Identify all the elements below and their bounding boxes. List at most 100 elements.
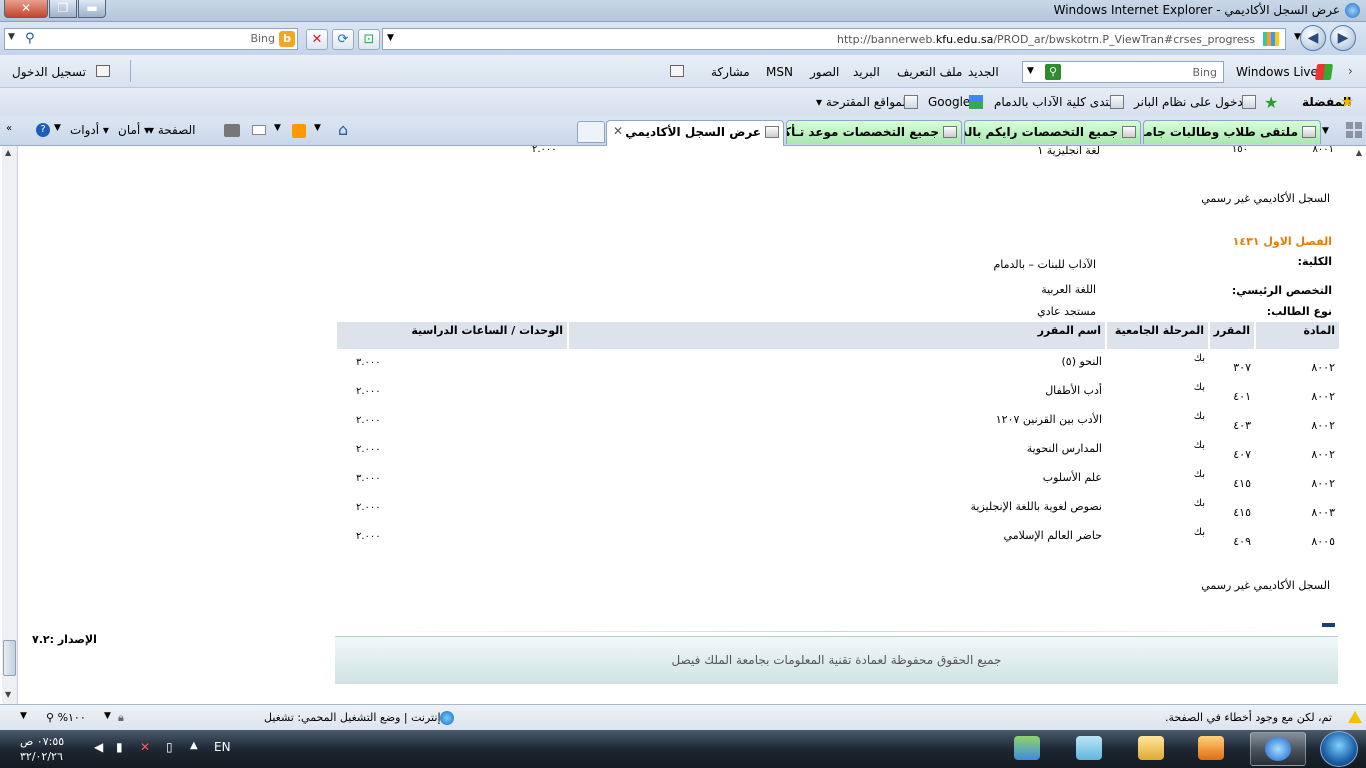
command-overflow-icon[interactable]: « — [6, 123, 12, 134]
live-link-share[interactable]: مشاركة — [711, 65, 750, 79]
toolbar-separator — [130, 60, 131, 82]
search-dropdown-icon[interactable]: ▼ — [8, 32, 15, 42]
stop-button[interactable]: ✕ — [306, 29, 328, 50]
tab-academic-record[interactable]: عرض السجل الأكاديمي ✕ — [606, 120, 784, 147]
warning-icon[interactable] — [1348, 711, 1362, 723]
safety-menu[interactable]: أمان ▾ — [118, 123, 150, 137]
read-mail-icon[interactable] — [252, 125, 266, 135]
security-zone[interactable]: إنترنت | وضع التشغيل المحمي: تشغيل — [264, 711, 441, 724]
search-box[interactable]: ▼ ⚲ Bing b — [4, 28, 298, 50]
tab-specializations-2[interactable]: جميع التخصصات رايكم بالدكتو... — [964, 120, 1141, 144]
add-favorite-icon[interactable]: ★ — [1264, 93, 1278, 112]
cell-level: بك — [1193, 498, 1205, 509]
lock-icon: 🔒︎ — [118, 711, 124, 724]
url-field[interactable]: ▼ http://bannerweb.kfu.edu.sa/PROD_ar/bw… — [382, 28, 1286, 50]
options-icon[interactable] — [670, 65, 684, 77]
cell-level: بك — [1193, 382, 1205, 393]
battery-icon[interactable]: ▯ — [166, 740, 173, 754]
url-text: http://bannerweb.kfu.edu.sa/PROD_ar/bwsk… — [837, 33, 1255, 46]
quick-tabs-button[interactable] — [1328, 122, 1364, 142]
new-tab-button[interactable] — [577, 121, 605, 143]
live-search-go-icon[interactable]: ⚲ — [1045, 64, 1061, 80]
fav-suggested-sites[interactable]: المواقع المقترحة ▾ — [816, 95, 909, 109]
taskbar-app-ie[interactable] — [1250, 732, 1306, 766]
forward-button[interactable]: ◀ — [1300, 25, 1326, 51]
network-icon[interactable]: ▮ — [116, 740, 123, 754]
cell-title: أدب الأطفال — [1045, 384, 1102, 397]
live-link-new[interactable]: الجديد — [968, 65, 999, 79]
search-icon[interactable]: ⚲ — [25, 31, 35, 46]
live-link-mail[interactable]: البريد — [853, 65, 880, 79]
help-icon[interactable]: ? — [36, 123, 50, 137]
volume-icon[interactable]: ◀ — [94, 740, 103, 754]
tray-expand-icon[interactable]: ▲ — [190, 740, 198, 751]
start-button[interactable] — [1320, 731, 1358, 767]
language-indicator[interactable]: EN — [214, 740, 231, 754]
tab-students-forum[interactable]: ملتقى طلاب وطالبات جامعة المل... — [1143, 120, 1321, 144]
toolbar-chevron-icon[interactable]: › — [1348, 64, 1353, 78]
college-value: الآداب للبنات – بالدمام — [993, 258, 1096, 271]
protected-mode-dropdown-icon[interactable]: ▼ — [104, 711, 111, 721]
tab-close-icon[interactable]: ✕ — [613, 124, 623, 138]
student-type-value: مستجد عادي — [1037, 305, 1096, 318]
live-search-box[interactable]: ▼ ⚲ Bing — [1022, 61, 1224, 83]
page-status-message[interactable]: تم، لكن مع وجود أخطاء في الصفحة. — [1165, 711, 1332, 724]
windows-flag-icon — [1314, 64, 1334, 80]
home-icon[interactable]: ⌂ — [338, 120, 348, 139]
window-minimize-button[interactable]: ▬ — [78, 0, 106, 18]
cell-subject: ٨٠٠٢ — [1311, 390, 1335, 403]
taskbar-app-messenger[interactable] — [1000, 732, 1056, 766]
windows-live-toolbar: تسجيل الدخول مشاركة MSN الصور البريد ملف… — [0, 55, 1366, 88]
feeds-icon[interactable] — [292, 124, 306, 138]
mail-dropdown-icon[interactable]: ▼ — [274, 123, 281, 133]
scroll-thumb[interactable] — [3, 640, 16, 676]
fav-banner-login[interactable]: الدخول على نظام البانر — [1134, 95, 1251, 109]
cell-title: نصوص لغوية باللغة الإنجليزية — [970, 500, 1102, 513]
back-button[interactable]: ▶ — [1330, 25, 1356, 51]
page-menu[interactable]: ▾ الصفحة — [148, 123, 196, 137]
release-version: الإصدار :٧.٢ — [32, 633, 97, 646]
tab-page-icon — [1302, 126, 1316, 138]
left-scrollbar[interactable]: ▲ ▼ — [2, 146, 18, 704]
cell-level: بك — [1193, 527, 1205, 538]
fav-dammam-forum[interactable]: منتدى كلية الآداب بالدمام — [994, 95, 1119, 109]
status-bar: ▼ ١٠٠% ⚲ ▼ 🔒︎ إنترنت | وضع التشغيل المحم… — [0, 704, 1366, 730]
taskbar-app-explorer[interactable] — [1124, 732, 1180, 766]
print-icon[interactable] — [224, 124, 240, 137]
fav-google[interactable]: Google — [928, 95, 970, 109]
compatibility-view-button[interactable]: ⊡ — [358, 29, 380, 50]
scroll-down-icon[interactable]: ▼ — [5, 690, 11, 699]
refresh-button[interactable]: ⟳ — [332, 29, 354, 50]
footer-divider — [375, 631, 1295, 632]
windows-live-brand[interactable]: Windows Live — [1236, 65, 1318, 79]
feeds-dropdown-icon[interactable]: ▼ — [314, 123, 321, 133]
folder-icon — [1138, 736, 1164, 760]
table-row: ٨٠٠٥ ٤٠٩ بك حاضر العالم الإسلامي ٢.٠٠٠ — [336, 523, 1339, 552]
zoom-dropdown-icon[interactable]: ▼ — [20, 711, 27, 721]
scroll-up-right-icon[interactable]: ▲ — [1356, 148, 1362, 157]
url-dropdown-icon[interactable]: ▼ — [387, 33, 394, 43]
cell-level: بك — [1193, 353, 1205, 364]
live-link-photos[interactable]: الصور — [810, 65, 839, 79]
live-link-msn[interactable]: MSN — [766, 65, 793, 79]
window-maximize-button[interactable]: ❐ — [49, 0, 77, 18]
scroll-up-icon[interactable]: ▲ — [5, 148, 11, 157]
tools-menu[interactable]: أدوات ▾ — [70, 123, 109, 137]
taskbar-app-media[interactable] — [1184, 732, 1240, 766]
live-search-dropdown-icon[interactable]: ▼ — [1027, 66, 1034, 76]
live-link-profile[interactable]: ملف التعريف — [897, 65, 962, 79]
help-dropdown-icon[interactable]: ▼ — [54, 123, 61, 133]
taskbar-app-notes[interactable] — [1062, 732, 1118, 766]
zoom-level[interactable]: ١٠٠% ⚲ — [46, 711, 86, 724]
fav-forum-icon — [1110, 95, 1124, 109]
signin-link[interactable]: تسجيل الدخول — [12, 65, 86, 79]
clock[interactable]: ٠٧:٥٥ ص ٣٢/٠٢/٢٦ — [20, 734, 64, 764]
tab-label: عرض السجل الأكاديمي — [625, 125, 761, 139]
tab-specializations-1[interactable]: جميع التخصصات موعد تـأكيد ا... — [786, 120, 962, 144]
table-row: ٨٠٠٢ ٤٠٧ بك المدارس النحوية ٢.٠٠٠ — [336, 436, 1339, 465]
window-close-button[interactable]: ✕ — [4, 0, 48, 18]
cell-credits: ٢.٠٠٠ — [356, 502, 381, 513]
action-center-icon[interactable]: ✕ — [140, 740, 150, 754]
cell-credits: ٣.٠٠٠ — [356, 473, 381, 484]
favorites-star-icon[interactable]: ★ — [1340, 92, 1354, 111]
